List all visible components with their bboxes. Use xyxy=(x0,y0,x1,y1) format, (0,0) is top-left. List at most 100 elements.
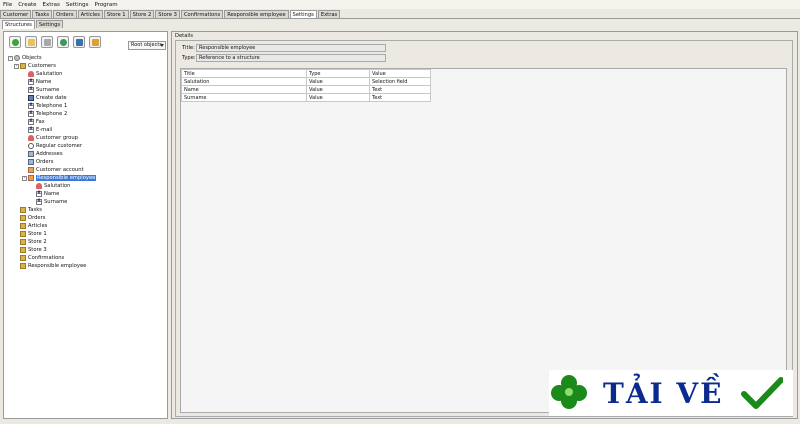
text-field-icon: A xyxy=(28,79,34,85)
tree-node-customer-group[interactable]: Customer group xyxy=(28,134,78,142)
table-header-row: Title Type Value xyxy=(181,69,431,78)
menu-program[interactable]: Program xyxy=(91,2,120,8)
menu-file[interactable]: File xyxy=(0,2,15,8)
lock-icon xyxy=(91,38,99,46)
root-objects-label: Root objects xyxy=(131,42,162,48)
tab-confirmations[interactable]: Confirmations xyxy=(180,10,224,18)
text-field-icon: A xyxy=(28,103,34,109)
fields-table-area: Title Type Value Salutation Value Select… xyxy=(180,68,787,413)
tree-node-customer-account[interactable]: Customer account xyxy=(28,166,84,174)
copy-icon xyxy=(43,38,51,46)
tree-node-re-salutation[interactable]: Salutation xyxy=(36,182,70,190)
table-row[interactable]: Surname Value Text xyxy=(181,93,431,102)
text-field-icon: A xyxy=(36,191,42,197)
objects-icon xyxy=(14,55,20,61)
tree-toolbar xyxy=(9,36,105,48)
tab-tasks[interactable]: Tasks xyxy=(32,10,53,18)
tree-node-store-2[interactable]: Store 2 xyxy=(20,238,47,246)
tree-node-telephone-2[interactable]: A Telephone 2 xyxy=(28,110,67,118)
details-panel: Details Title: Responsible employee Type… xyxy=(171,31,798,419)
column-header-title[interactable]: Title xyxy=(181,69,307,78)
tree-node-customers[interactable]: - Customers xyxy=(14,62,56,70)
table-cell: Value xyxy=(306,77,370,86)
tree-node-telephone-1[interactable]: A Telephone 1 xyxy=(28,102,67,110)
tab-customer[interactable]: Customer xyxy=(0,10,32,18)
tab-extras[interactable]: Extras xyxy=(317,10,341,18)
tree-node-re-name[interactable]: A Name xyxy=(36,190,59,198)
table-cell: Salutation xyxy=(181,77,307,86)
collapse-icon: - xyxy=(22,175,27,181)
tree-node-orders[interactable]: Orders xyxy=(28,158,53,166)
chevron-down-icon xyxy=(160,44,164,47)
menu-bar: File Create Extras Settings Program xyxy=(0,0,800,9)
table-cell: Name xyxy=(181,85,307,94)
tree-node-articles[interactable]: Articles xyxy=(20,222,47,230)
tree-node-tasks[interactable]: Tasks xyxy=(20,206,42,214)
tree-node-addresses[interactable]: Addresses xyxy=(28,150,63,158)
menu-settings[interactable]: Settings xyxy=(63,2,92,8)
root-objects-dropdown[interactable]: Root objects xyxy=(128,41,166,50)
tree-node-create-date[interactable]: Create date xyxy=(28,94,67,102)
table-row[interactable]: Name Value Text xyxy=(181,85,431,94)
text-field-icon: A xyxy=(28,127,34,133)
tab-store-1[interactable]: Store 1 xyxy=(103,10,129,18)
lock-button[interactable] xyxy=(89,36,101,48)
clover-icon xyxy=(551,375,587,409)
folder-icon xyxy=(20,239,26,245)
tree-node-name[interactable]: A Name xyxy=(28,78,51,86)
tree-node-regular-customer[interactable]: Regular customer xyxy=(28,142,82,150)
subtab-structures[interactable]: Structures xyxy=(2,20,35,29)
collapse-icon: - xyxy=(8,55,13,61)
tab-orders[interactable]: Orders xyxy=(53,10,77,18)
tab-store-2[interactable]: Store 2 xyxy=(129,10,155,18)
structure-tree-panel: Root objects - Objects - Customers Salutat… xyxy=(3,31,168,419)
tree-node-confirmations[interactable]: Confirmations xyxy=(20,254,64,262)
tab-store-3[interactable]: Store 3 xyxy=(155,10,180,18)
column-header-value[interactable]: Value xyxy=(369,69,431,78)
table-cell: Value xyxy=(306,93,370,102)
menu-extras[interactable]: Extras xyxy=(40,2,63,8)
tab-articles[interactable]: Articles xyxy=(77,10,103,18)
watermark: TẢI VỀ xyxy=(549,370,793,416)
tab-responsible-employee[interactable]: Responsible employee xyxy=(224,10,289,18)
new-folder-button[interactable] xyxy=(25,36,37,48)
tree-node-orders-root[interactable]: Orders xyxy=(20,214,45,222)
subtab-settings[interactable]: Settings xyxy=(35,20,64,28)
folder-icon xyxy=(20,231,26,237)
selection-field-icon xyxy=(28,71,34,77)
list-icon xyxy=(28,151,34,157)
folder-icon xyxy=(20,215,26,221)
tree-node-store-3[interactable]: Store 3 xyxy=(20,246,47,254)
folder-icon xyxy=(20,207,26,213)
tree-node-store-1[interactable]: Store 1 xyxy=(20,230,47,238)
type-label: Type: xyxy=(182,55,196,61)
type-field[interactable]: Reference to a structure xyxy=(196,54,386,62)
menu-create[interactable]: Create xyxy=(15,2,39,8)
tree-node-email[interactable]: A E-mail xyxy=(28,126,52,134)
refresh-button[interactable] xyxy=(57,36,69,48)
checkbox-field-icon xyxy=(28,143,34,149)
tree-node-surname[interactable]: A Surname xyxy=(28,86,59,94)
folder-icon xyxy=(20,263,26,269)
table-row[interactable]: Salutation Value Selection field xyxy=(181,77,431,86)
tree-node-fax[interactable]: A Fax xyxy=(28,118,45,126)
add-button[interactable] xyxy=(9,36,21,48)
selection-field-icon xyxy=(28,135,34,141)
column-header-type[interactable]: Type xyxy=(306,69,370,78)
text-field-icon: A xyxy=(28,111,34,117)
sort-button[interactable] xyxy=(73,36,85,48)
tree-node-re-surname[interactable]: A Surname xyxy=(36,198,67,206)
tree-node-objects[interactable]: - Objects xyxy=(8,54,42,62)
details-group-label: Details xyxy=(175,33,193,39)
fields-table: Title Type Value Salutation Value Select… xyxy=(181,69,431,102)
table-cell: Text xyxy=(369,85,431,94)
tree-node-responsible-employee-root[interactable]: Responsible employee xyxy=(20,262,86,270)
tree-node-salutation[interactable]: Salutation xyxy=(28,70,62,78)
collapse-icon: - xyxy=(14,63,19,69)
title-label: Title: xyxy=(182,45,195,51)
title-field[interactable]: Responsible employee xyxy=(196,44,386,52)
tree-node-responsible-employee[interactable]: - Responsible employee xyxy=(22,174,97,182)
copy-button[interactable] xyxy=(41,36,53,48)
sort-icon xyxy=(75,38,83,46)
refresh-icon xyxy=(59,38,67,46)
